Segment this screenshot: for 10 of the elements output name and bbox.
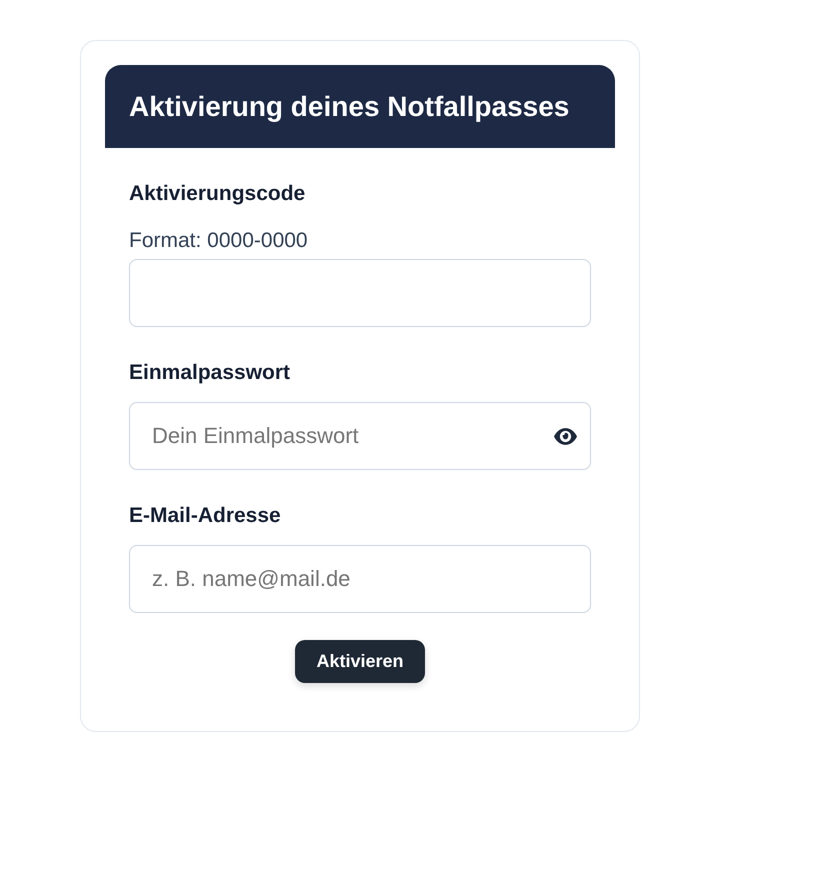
format-hint: Format: 0000-0000 <box>129 229 309 253</box>
field-label: Einmalpasswort <box>129 361 292 385</box>
form-title: Aktivierung deines Notfallpasses <box>129 90 570 122</box>
field-label: Aktivierungscode <box>129 182 306 206</box>
field-label: E-Mail-Adresse <box>129 504 282 528</box>
activate-button[interactable]: Aktivieren <box>295 640 425 683</box>
input-field[interactable]: Dein Einmalpasswort <box>129 402 591 470</box>
input-field[interactable]: z. B. name@mail.de <box>129 545 591 613</box>
input-field[interactable] <box>129 259 591 327</box>
eye-icon[interactable] <box>554 428 577 445</box>
